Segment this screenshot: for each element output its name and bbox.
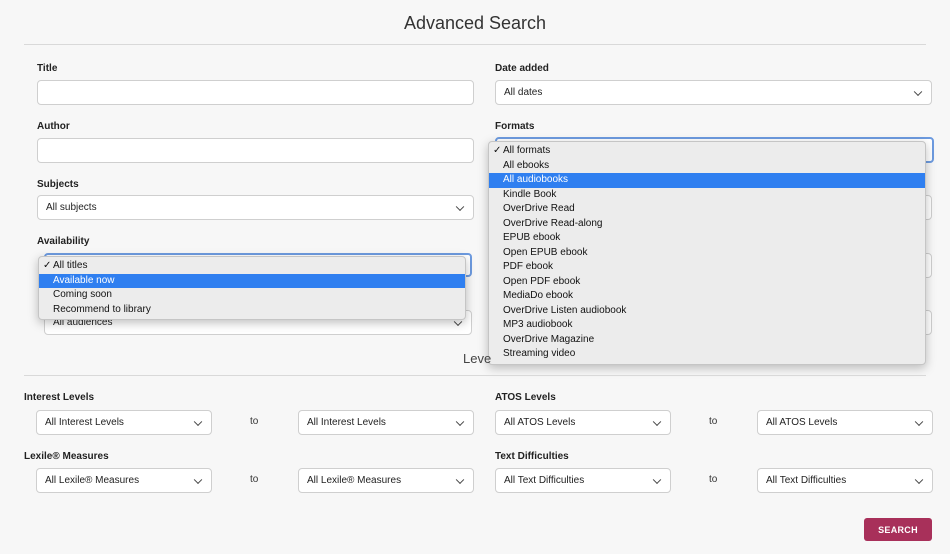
formats-option-highlighted[interactable]: All audiobooks xyxy=(489,173,925,188)
text-diff-to-label: to xyxy=(709,474,718,485)
search-button[interactable]: SEARCH xyxy=(864,518,932,541)
formats-option[interactable]: MediaDo ebook xyxy=(489,289,925,304)
header-divider xyxy=(24,44,926,45)
availability-option-coming-soon[interactable]: Coming soon xyxy=(39,288,465,303)
chevron-down-icon xyxy=(652,417,662,426)
text-diff-from-select[interactable]: All Text Difficulties xyxy=(495,468,671,493)
formats-option[interactable]: OverDrive Read xyxy=(489,202,925,217)
interest-from-select[interactable]: All Interest Levels xyxy=(36,410,212,435)
chevron-down-icon xyxy=(193,475,203,484)
formats-option[interactable]: Kindle Book xyxy=(489,188,925,203)
lexile-measures-label: Lexile® Measures xyxy=(24,451,109,462)
interest-levels-label: Interest Levels xyxy=(24,392,95,403)
checkmark-icon: ✓ xyxy=(493,145,502,156)
availability-label: Availability xyxy=(37,236,90,247)
interest-to-select[interactable]: All Interest Levels xyxy=(298,410,474,435)
formats-option[interactable]: Open EPUB ebook xyxy=(489,246,925,261)
checkmark-icon: ✓ xyxy=(43,260,52,271)
formats-option[interactable]: EPUB ebook xyxy=(489,231,925,246)
chevron-down-icon xyxy=(193,417,203,426)
atos-levels-label: ATOS Levels xyxy=(495,392,556,403)
lexile-to-select[interactable]: All Lexile® Measures xyxy=(298,468,474,493)
availability-dropdown[interactable]: ✓ All titles Available now Coming soon R… xyxy=(38,256,466,320)
author-input[interactable] xyxy=(37,138,474,163)
text-diff-to-select[interactable]: All Text Difficulties xyxy=(757,468,933,493)
chevron-down-icon xyxy=(455,202,465,211)
chevron-down-icon xyxy=(455,475,465,484)
formats-option[interactable]: OverDrive Listen audiobook xyxy=(489,304,925,319)
title-input[interactable] xyxy=(37,80,474,105)
subjects-select-value: All subjects xyxy=(46,202,97,213)
date-added-select[interactable]: All dates xyxy=(495,80,932,105)
formats-option[interactable]: MP3 audiobook xyxy=(489,318,925,333)
atos-from-select[interactable]: All ATOS Levels xyxy=(495,410,671,435)
text-difficulties-label: Text Difficulties xyxy=(495,451,569,462)
date-added-label: Date added xyxy=(495,63,549,74)
subjects-select[interactable]: All subjects xyxy=(37,195,474,220)
lexile-from-select[interactable]: All Lexile® Measures xyxy=(36,468,212,493)
availability-option-recommend[interactable]: Recommend to library xyxy=(39,303,465,318)
atos-to-label: to xyxy=(709,416,718,427)
formats-option[interactable]: Open PDF ebook xyxy=(489,275,925,290)
subjects-label: Subjects xyxy=(37,179,79,190)
levels-heading: Leve xyxy=(463,351,492,366)
formats-option[interactable]: PDF ebook xyxy=(489,260,925,275)
lexile-to-label: to xyxy=(250,474,259,485)
atos-to-select[interactable]: All ATOS Levels xyxy=(757,410,933,435)
page-title: Advanced Search xyxy=(403,13,547,33)
author-label: Author xyxy=(37,121,70,132)
formats-dropdown[interactable]: ✓ All formats All ebooks All audiobooks … xyxy=(488,141,926,365)
chevron-down-icon xyxy=(913,87,923,96)
title-label: Title xyxy=(37,63,58,74)
chevron-down-icon xyxy=(652,475,662,484)
chevron-down-icon xyxy=(914,417,924,426)
date-added-select-value: All dates xyxy=(504,87,543,98)
formats-option[interactable]: OverDrive Read-along xyxy=(489,217,925,232)
availability-option-all-titles[interactable]: ✓ All titles xyxy=(39,259,465,274)
availability-option-available-now[interactable]: Available now xyxy=(39,273,465,288)
formats-option[interactable]: All ebooks xyxy=(489,159,925,174)
formats-label: Formats xyxy=(495,121,535,132)
formats-option[interactable]: ✓ All formats xyxy=(489,144,925,159)
formats-option[interactable]: Streaming video xyxy=(489,347,925,362)
formats-option[interactable]: OverDrive Magazine xyxy=(489,333,925,348)
chevron-down-icon xyxy=(914,475,924,484)
chevron-down-icon xyxy=(455,417,465,426)
interest-to-label: to xyxy=(250,416,259,427)
levels-divider xyxy=(24,375,926,376)
